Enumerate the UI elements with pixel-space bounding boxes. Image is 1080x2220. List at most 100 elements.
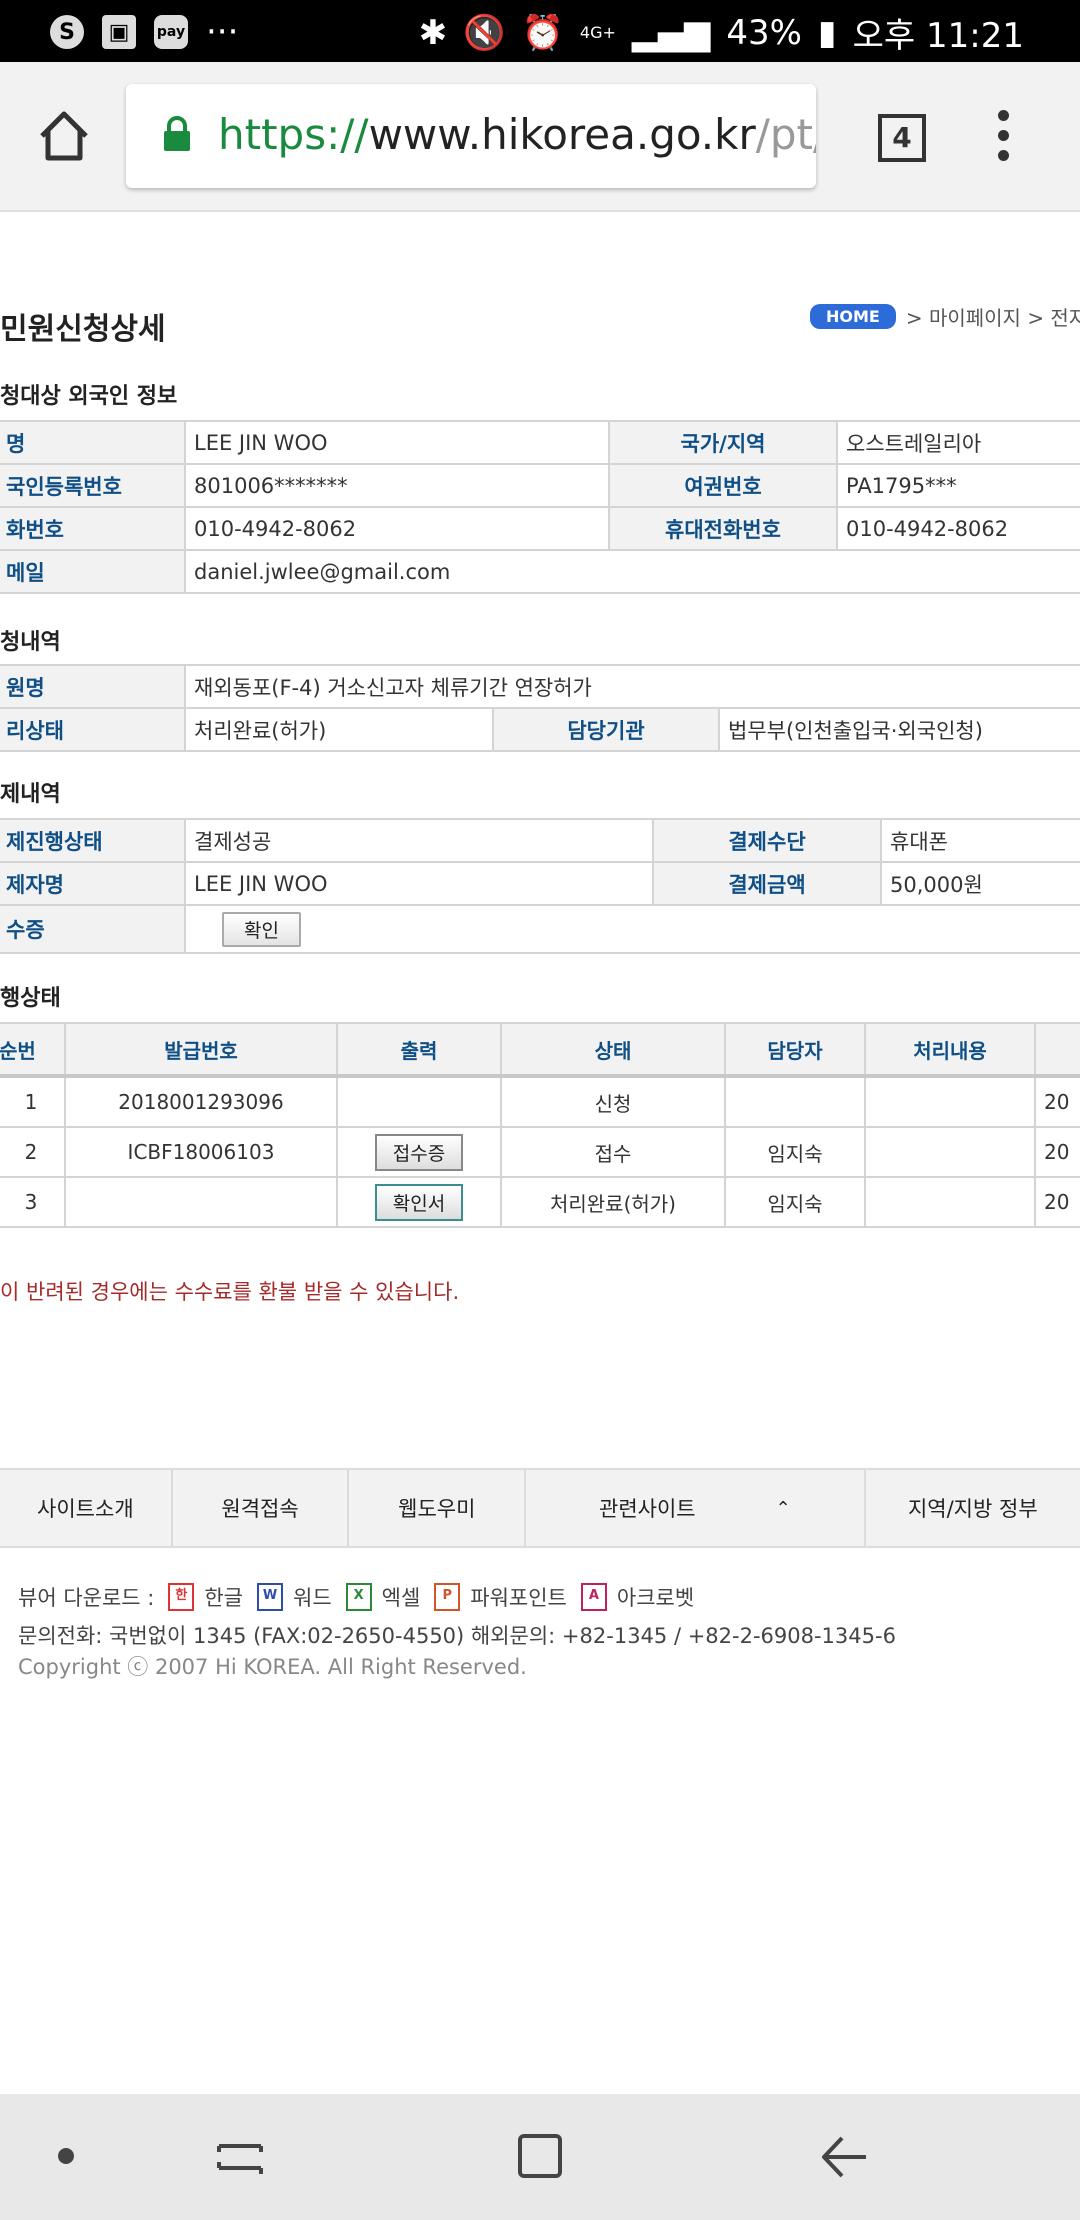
row-date: 20 bbox=[1034, 1075, 1080, 1128]
excel-icon[interactable]: X bbox=[345, 1583, 372, 1611]
clock: 오후 11:21 bbox=[852, 16, 1024, 56]
viewer-download: 뷰어 다운로드 : 한 한글 W 워드 X 엑셀 P 파워포인트 A 아크로벳 bbox=[18, 1582, 694, 1612]
col-no: 순번 bbox=[0, 1022, 66, 1078]
reg-no-label: 국인등록번호 bbox=[0, 463, 186, 508]
footer-nav-remote[interactable]: 원격접속 bbox=[173, 1470, 350, 1546]
viewer-excel[interactable]: 엑셀 bbox=[382, 1582, 421, 1612]
url-bar[interactable]: https://www.hikorea.go.kr/pt/N bbox=[126, 84, 816, 188]
payment-method-label: 결제수단 bbox=[652, 818, 882, 863]
row-issue-no bbox=[64, 1176, 338, 1228]
back-icon[interactable] bbox=[818, 2132, 870, 2182]
system-nav-bar bbox=[0, 2094, 1080, 2220]
payer-label: 제자명 bbox=[0, 861, 186, 906]
refund-notice: 이 반려된 경우에는 수수료를 환불 받을 수 있습니다. bbox=[0, 1280, 460, 1304]
lock-icon bbox=[164, 116, 190, 151]
pay-icon: pay bbox=[154, 15, 188, 49]
row-detail bbox=[864, 1126, 1036, 1178]
viewer-powerpoint[interactable]: 파워포인트 bbox=[470, 1582, 567, 1612]
mobile-label: 휴대전화번호 bbox=[608, 506, 838, 551]
row-officer bbox=[724, 1075, 866, 1128]
bluetooth-icon: ✱ bbox=[418, 12, 448, 53]
row-state: 접수 bbox=[500, 1126, 726, 1178]
col-detail: 처리내용 bbox=[864, 1022, 1036, 1078]
col-issue-no: 발급번호 bbox=[64, 1022, 338, 1078]
applicant-table: 명 LEE JIN WOO 국가/지역 오스트레일리아 국인등록번호 80100… bbox=[0, 420, 1080, 594]
section-title-payment: 제내역 bbox=[0, 782, 61, 807]
row-print: 접수증 bbox=[336, 1126, 502, 1178]
row-date: 20 bbox=[1034, 1126, 1080, 1178]
payment-table: 제진행상태 결제성공 결제수단 휴대폰 제자명 LEE JIN WOO 결제금액… bbox=[0, 818, 1080, 954]
country-label: 국가/지역 bbox=[608, 420, 838, 465]
row-issue-no: ICBF18006103 bbox=[64, 1126, 338, 1178]
phone-label: 화번호 bbox=[0, 506, 186, 551]
email-label: 메일 bbox=[0, 549, 186, 594]
receipt-label: 수증 bbox=[0, 904, 186, 954]
related-sites-label: 관련사이트 bbox=[599, 1497, 696, 1521]
acrobat-icon[interactable]: A bbox=[580, 1583, 607, 1611]
status-bar: S ▣ pay ··· ✱ 🔇 ⏰ 4G+ ▂▄▆ 43% ▮ 오후 11:21 bbox=[0, 0, 1080, 62]
name-label: 명 bbox=[0, 420, 186, 465]
tab-switcher-button[interactable]: 4 bbox=[878, 114, 926, 162]
payment-progress-label: 제진행상태 bbox=[0, 818, 186, 863]
certificate-print-button[interactable]: 확인서 bbox=[374, 1183, 464, 1221]
page-title: 민원신청상세 bbox=[0, 312, 166, 347]
phone-value: 010-4942-8062 bbox=[184, 506, 610, 551]
footer-nav-web-helper[interactable]: 웹도우미 bbox=[349, 1470, 527, 1546]
row-no: 1 bbox=[0, 1075, 66, 1128]
country-value: 오스트레일리아 bbox=[836, 420, 1080, 465]
battery-icon: ▮ bbox=[817, 12, 837, 53]
footer-nav-site-intro[interactable]: 사이트소개 bbox=[0, 1470, 173, 1546]
payment-amount-label: 결제금액 bbox=[652, 861, 882, 906]
assistant-dot-icon[interactable] bbox=[58, 2148, 74, 2164]
network-type: 4G+ bbox=[579, 23, 616, 42]
breadcrumb: HOME > 마이페이지 > 전자민 bbox=[810, 302, 1080, 331]
receipt-cell: 확인 bbox=[184, 904, 1080, 954]
row-state: 신청 bbox=[500, 1075, 726, 1128]
email-value: daniel.jwlee@gmail.com bbox=[184, 549, 1080, 594]
overflow-menu-icon[interactable] bbox=[996, 110, 1010, 164]
status-value: 처리완료(허가) bbox=[184, 707, 494, 752]
footer-nav-related-sites[interactable]: 관련사이트 ⌃ bbox=[526, 1470, 866, 1546]
recent-apps-icon[interactable] bbox=[215, 2132, 265, 2182]
home-nav-icon[interactable] bbox=[516, 2132, 564, 2180]
table-row: 2 ICBF18006103 접수증 접수 임지숙 20 bbox=[0, 1126, 1080, 1178]
receipt-print-button[interactable]: 접수증 bbox=[374, 1133, 464, 1171]
row-no: 3 bbox=[0, 1176, 66, 1228]
contact-info: 문의전화: 국번없이 1345 (FAX:02-2650-4550) 해외문의:… bbox=[18, 1624, 896, 1648]
agency-label: 담당기관 bbox=[492, 707, 720, 752]
viewer-hwp[interactable]: 한글 bbox=[204, 1582, 243, 1612]
powerpoint-icon[interactable]: P bbox=[434, 1583, 461, 1611]
agency-value: 법무부(인천출입국·외국인청) bbox=[718, 707, 1080, 752]
row-print bbox=[336, 1075, 502, 1128]
row-detail bbox=[864, 1176, 1036, 1228]
col-date bbox=[1034, 1022, 1080, 1078]
copyright: Copyright ⓒ 2007 Hi KOREA. All Right Res… bbox=[18, 1655, 527, 1679]
mute-icon: 🔇 bbox=[463, 12, 506, 53]
browser-toolbar: https://www.hikorea.go.kr/pt/N 4 bbox=[0, 62, 1080, 212]
hwp-icon[interactable]: 한 bbox=[168, 1583, 195, 1611]
receipt-confirm-button[interactable]: 확인 bbox=[222, 911, 301, 947]
breadcrumb-home-link[interactable]: HOME bbox=[810, 304, 896, 329]
viewer-word[interactable]: 워드 bbox=[293, 1582, 332, 1612]
petition-label: 원명 bbox=[0, 664, 186, 709]
progress-table-header: 순번 발급번호 출력 상태 담당자 처리내용 bbox=[0, 1022, 1080, 1078]
url-text: https://www.hikorea.go.kr/pt/N bbox=[218, 110, 816, 159]
viewer-acrobat[interactable]: 아크로벳 bbox=[617, 1582, 694, 1612]
application-table: 원명 재외동포(F-4) 거소신고자 체류기간 연장허가 리상태 처리완료(허가… bbox=[0, 664, 1080, 752]
home-icon[interactable] bbox=[36, 108, 92, 164]
progress-table: 순번 발급번호 출력 상태 담당자 처리내용 1 2018001293096 신… bbox=[0, 1022, 1080, 1228]
section-title-applicant: 청대상 외국인 정보 bbox=[0, 384, 178, 409]
passport-label: 여권번호 bbox=[608, 463, 838, 508]
name-value: LEE JIN WOO bbox=[184, 420, 610, 465]
word-icon[interactable]: W bbox=[257, 1583, 283, 1611]
row-officer: 임지숙 bbox=[724, 1126, 866, 1178]
battery-percent: 43% bbox=[726, 12, 802, 53]
breadcrumb-path: > 마이페이지 > 전자민 bbox=[905, 306, 1080, 330]
col-officer: 담당자 bbox=[724, 1022, 866, 1078]
petition-value: 재외동포(F-4) 거소신고자 체류기간 연장허가 bbox=[184, 664, 1080, 709]
footer-nav-local-gov[interactable]: 지역/지방 정부 bbox=[866, 1470, 1080, 1546]
signal-icon: ▂▄▆ bbox=[631, 12, 711, 53]
row-date: 20 bbox=[1034, 1176, 1080, 1228]
row-no: 2 bbox=[0, 1126, 66, 1178]
payment-progress-value: 결제성공 bbox=[184, 818, 654, 863]
